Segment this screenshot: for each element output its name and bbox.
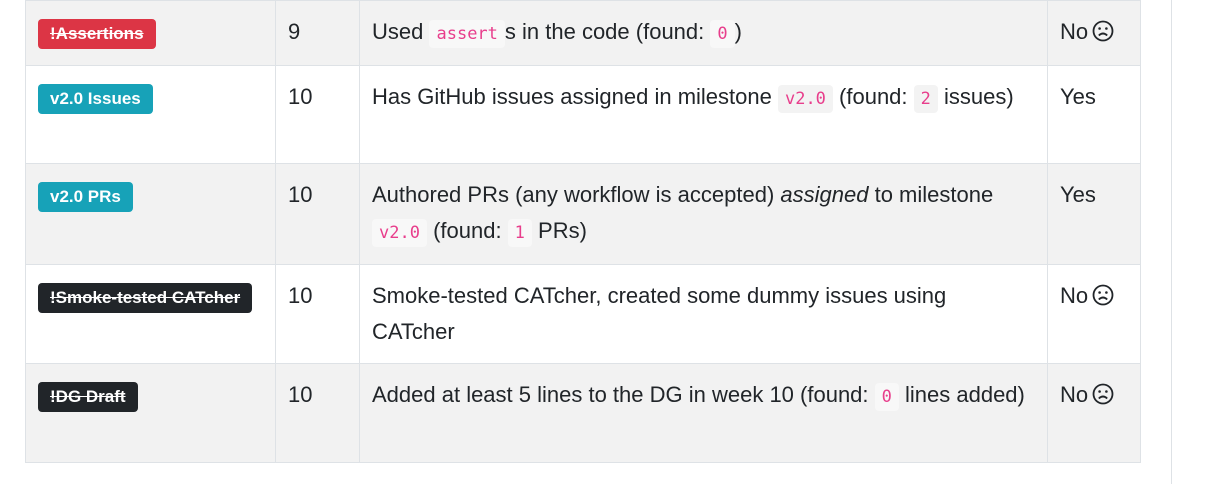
status-text: No xyxy=(1060,382,1089,407)
points-cell: 10 xyxy=(275,163,360,265)
task-badge-v2-issues[interactable]: v2.0 Issues xyxy=(38,84,153,114)
inline-code: 0 xyxy=(710,20,735,48)
sad-face-icon xyxy=(1092,284,1114,306)
table-row: v2.0 PRs 10 Authored PRs (any workflow i… xyxy=(25,163,1141,265)
inline-code: assert xyxy=(429,20,505,48)
sad-face-icon xyxy=(1092,20,1114,42)
description-cell: Has GitHub issues assigned in milestone … xyxy=(359,65,1048,164)
points-cell: 10 xyxy=(275,264,360,364)
task-cell: v2.0 PRs xyxy=(25,163,276,265)
table-row: v2.0 Issues 10 Has GitHub issues assigne… xyxy=(25,65,1141,164)
table-row: !Smoke-tested CATcher 10 Smoke-tested CA… xyxy=(25,264,1141,364)
status-cell: Yes xyxy=(1047,163,1141,265)
scrollbar-track-line xyxy=(1171,0,1172,484)
status-cell: Yes xyxy=(1047,65,1141,164)
status-cell: No xyxy=(1047,363,1141,463)
points-cell: 10 xyxy=(275,363,360,463)
task-cell: v2.0 Issues xyxy=(25,65,276,164)
task-badge-smoke-tested-catcher[interactable]: !Smoke-tested CATcher xyxy=(38,283,253,313)
description-cell: Authored PRs (any workflow is accepted) … xyxy=(359,163,1048,265)
inline-code: 1 xyxy=(507,219,532,247)
sad-face-icon xyxy=(1092,383,1114,405)
table-row: !Assertions 9 Used assert s in the code (… xyxy=(25,0,1141,66)
inline-code: v2.0 xyxy=(372,219,427,247)
description-cell: Added at least 5 lines to the DG in week… xyxy=(359,363,1048,463)
inline-code: v2.0 xyxy=(777,85,833,113)
progress-table: !Assertions 9 Used assert s in the code (… xyxy=(25,0,1141,463)
task-cell: !Smoke-tested CATcher xyxy=(25,264,276,364)
status-text: No xyxy=(1060,283,1089,308)
description-cell: Smoke-tested CATcher, created some dummy… xyxy=(359,264,1048,364)
points-cell: 10 xyxy=(275,65,360,164)
task-badge-v2-prs[interactable]: v2.0 PRs xyxy=(38,182,133,212)
table-row: !DG Draft 10 Added at least 5 lines to t… xyxy=(25,363,1141,463)
status-text: No xyxy=(1060,19,1089,44)
points-cell: 9 xyxy=(275,0,360,66)
task-cell: !DG Draft xyxy=(25,363,276,463)
description-cell: Used assert s in the code (found: 0) xyxy=(359,0,1048,66)
task-cell: !Assertions xyxy=(25,0,276,66)
task-badge-dg-draft[interactable]: !DG Draft xyxy=(38,382,138,412)
inline-code: 0 xyxy=(874,383,899,411)
inline-code: 2 xyxy=(913,85,938,113)
status-cell: No xyxy=(1047,264,1141,364)
task-badge-assertions[interactable]: !Assertions xyxy=(38,19,156,49)
status-cell: No xyxy=(1047,0,1141,66)
